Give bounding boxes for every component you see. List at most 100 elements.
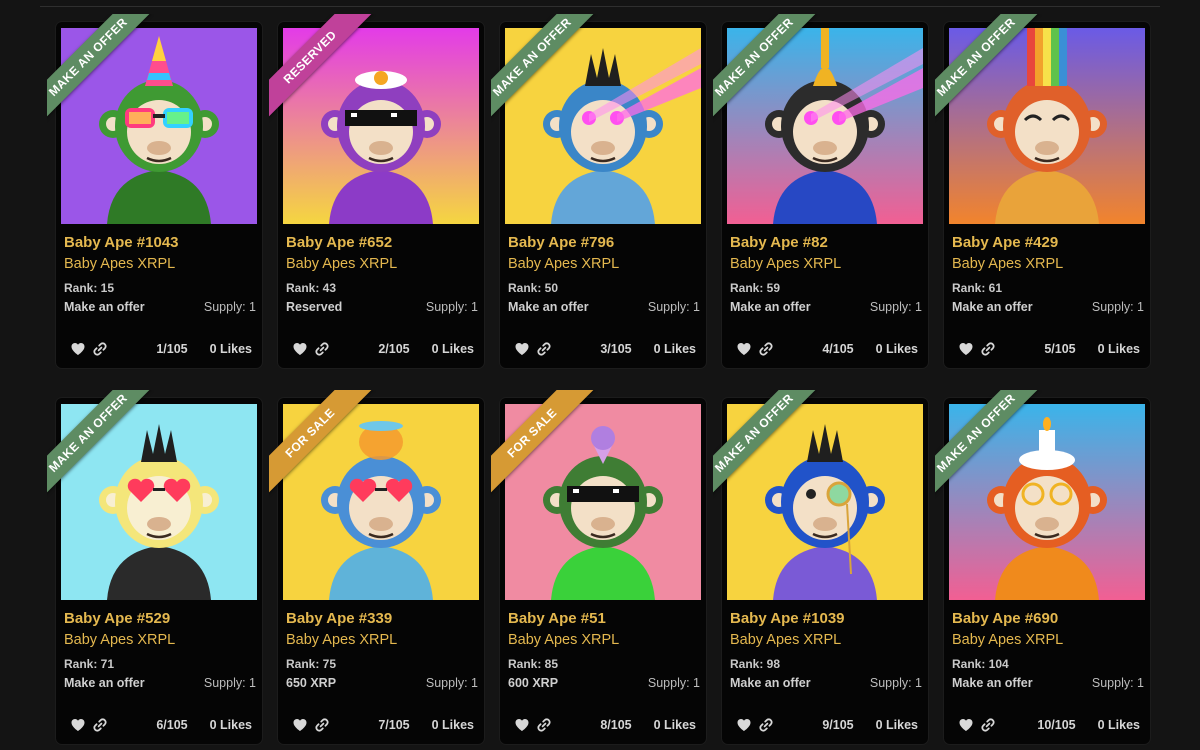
heart-icon[interactable] <box>292 717 308 733</box>
collection-name[interactable]: Baby Apes XRPL <box>508 632 700 654</box>
link-icon[interactable] <box>314 717 330 733</box>
nft-image[interactable] <box>283 28 479 224</box>
sale-status: Make an offer <box>730 300 811 314</box>
top-divider <box>40 0 1160 7</box>
sale-status: Make an offer <box>64 300 145 314</box>
edition-number: 8/105 <box>600 718 632 732</box>
collection-name[interactable]: Baby Apes XRPL <box>64 256 256 278</box>
nft-card[interactable]: MAKE AN OFFER Baby Ape #690 Baby Apes XR… <box>935 390 1150 744</box>
nft-title[interactable]: Baby Ape #529 <box>64 610 256 632</box>
supply-label: Supply: 1 <box>869 676 922 690</box>
rank-label: Rank: 104 <box>952 657 1009 671</box>
nft-card[interactable]: MAKE AN OFFER Baby Ape #1039 Baby Apes X… <box>713 390 928 744</box>
collection-name[interactable]: Baby Apes XRPL <box>952 256 1144 278</box>
nft-image[interactable] <box>727 28 923 224</box>
nft-card[interactable]: FOR SALE Baby Ape #339 Baby Apes XRPL Ra… <box>269 390 484 744</box>
supply-label: Supply: 1 <box>1091 300 1144 314</box>
link-icon[interactable] <box>92 341 108 357</box>
rank-label: Rank: 15 <box>64 281 115 295</box>
link-icon[interactable] <box>758 717 774 733</box>
collection-name[interactable]: Baby Apes XRPL <box>730 632 922 654</box>
nft-image[interactable] <box>727 404 923 600</box>
nft-image[interactable] <box>505 404 701 600</box>
nft-title[interactable]: Baby Ape #82 <box>730 234 922 256</box>
nft-card[interactable]: MAKE AN OFFER Baby Ape #1043 Baby Apes X… <box>47 14 262 368</box>
sale-status: 600 XRP <box>508 676 559 690</box>
collection-name[interactable]: Baby Apes XRPL <box>64 632 256 654</box>
sale-status: Make an offer <box>952 676 1033 690</box>
likes-count: 0 Likes <box>1097 718 1140 732</box>
heart-icon[interactable] <box>958 341 974 357</box>
sale-status: Make an offer <box>508 300 589 314</box>
sale-status: Make an offer <box>730 676 811 690</box>
sale-status: 650 XRP <box>286 676 337 690</box>
heart-icon[interactable] <box>514 341 530 357</box>
heart-icon[interactable] <box>736 717 752 733</box>
heart-icon[interactable] <box>70 341 86 357</box>
heart-icon[interactable] <box>958 717 974 733</box>
nft-title[interactable]: Baby Ape #690 <box>952 610 1144 632</box>
collection-name[interactable]: Baby Apes XRPL <box>508 256 700 278</box>
nft-image[interactable] <box>505 28 701 224</box>
nft-image[interactable] <box>61 28 257 224</box>
link-icon[interactable] <box>980 717 996 733</box>
edition-number: 4/105 <box>822 342 854 356</box>
nft-title[interactable]: Baby Ape #429 <box>952 234 1144 256</box>
rank-label: Rank: 59 <box>730 281 781 295</box>
collection-name[interactable]: Baby Apes XRPL <box>286 256 478 278</box>
likes-count: 0 Likes <box>431 342 474 356</box>
edition-number: 10/105 <box>1037 718 1076 732</box>
heart-icon[interactable] <box>514 717 530 733</box>
rank-label: Rank: 61 <box>952 281 1003 295</box>
nft-card[interactable]: FOR SALE Baby Ape #51 Baby Apes XRPL Ran… <box>491 390 706 744</box>
link-icon[interactable] <box>536 717 552 733</box>
heart-icon[interactable] <box>736 341 752 357</box>
sale-status: Reserved <box>286 300 343 314</box>
nft-card[interactable]: MAKE AN OFFER Baby Ape #796 Baby Apes XR… <box>491 14 706 368</box>
nft-title[interactable]: Baby Ape #339 <box>286 610 478 632</box>
collection-name[interactable]: Baby Apes XRPL <box>286 632 478 654</box>
heart-icon[interactable] <box>292 341 308 357</box>
nft-image[interactable] <box>949 404 1145 600</box>
edition-number: 5/105 <box>1044 342 1076 356</box>
nft-card[interactable]: RESERVED Baby Ape #652 Baby Apes XRPL Ra… <box>269 14 484 368</box>
nft-title[interactable]: Baby Ape #796 <box>508 234 700 256</box>
link-icon[interactable] <box>980 341 996 357</box>
edition-number: 3/105 <box>600 342 632 356</box>
rank-label: Rank: 43 <box>286 281 337 295</box>
likes-count: 0 Likes <box>875 342 918 356</box>
collection-name[interactable]: Baby Apes XRPL <box>730 256 922 278</box>
edition-number: 7/105 <box>378 718 410 732</box>
rank-label: Rank: 85 <box>508 657 559 671</box>
likes-count: 0 Likes <box>209 342 252 356</box>
sale-status: Make an offer <box>64 676 145 690</box>
link-icon[interactable] <box>92 717 108 733</box>
nft-image[interactable] <box>949 28 1145 224</box>
nft-card[interactable]: MAKE AN OFFER Baby Ape #82 Baby Apes XRP… <box>713 14 928 368</box>
nft-card[interactable]: MAKE AN OFFER Baby Ape #529 Baby Apes XR… <box>47 390 262 744</box>
supply-label: Supply: 1 <box>425 300 478 314</box>
nft-title[interactable]: Baby Ape #1039 <box>730 610 922 632</box>
collection-name[interactable]: Baby Apes XRPL <box>952 632 1144 654</box>
supply-label: Supply: 1 <box>647 300 700 314</box>
nft-title[interactable]: Baby Ape #652 <box>286 234 478 256</box>
sale-status: Make an offer <box>952 300 1033 314</box>
supply-label: Supply: 1 <box>869 300 922 314</box>
nft-image[interactable] <box>283 404 479 600</box>
link-icon[interactable] <box>536 341 552 357</box>
nft-image[interactable] <box>61 404 257 600</box>
likes-count: 0 Likes <box>653 718 696 732</box>
link-icon[interactable] <box>758 341 774 357</box>
nft-grid: MAKE AN OFFER Baby Ape #1043 Baby Apes X… <box>47 14 1154 744</box>
likes-count: 0 Likes <box>1097 342 1140 356</box>
supply-label: Supply: 1 <box>647 676 700 690</box>
nft-title[interactable]: Baby Ape #51 <box>508 610 700 632</box>
heart-icon[interactable] <box>70 717 86 733</box>
edition-number: 6/105 <box>156 718 188 732</box>
rank-label: Rank: 50 <box>508 281 559 295</box>
edition-number: 1/105 <box>156 342 188 356</box>
nft-title[interactable]: Baby Ape #1043 <box>64 234 256 256</box>
likes-count: 0 Likes <box>431 718 474 732</box>
nft-card[interactable]: MAKE AN OFFER Baby Ape #429 Baby Apes XR… <box>935 14 1150 368</box>
link-icon[interactable] <box>314 341 330 357</box>
